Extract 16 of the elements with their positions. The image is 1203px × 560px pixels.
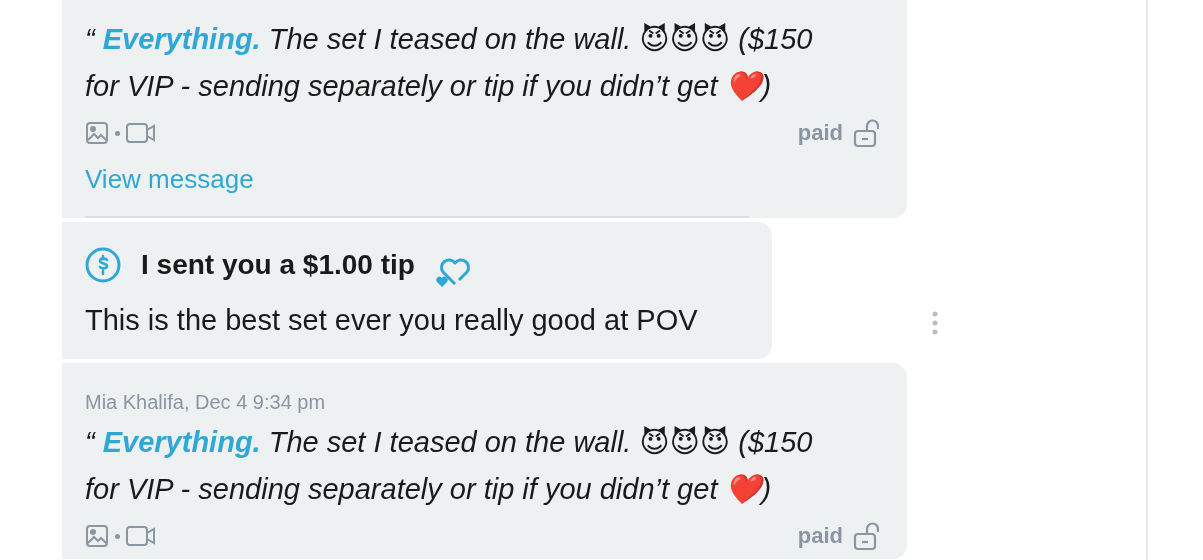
message-text: “ Everything. The set I teased on the wall. 😈😈😈 ($150 for VIP - sending separately or tip if you didn’t get ❤) (85, 425, 814, 507)
tip-title: I sent you a $1.00 tip (141, 249, 415, 281)
more-options-icon[interactable] (932, 311, 938, 335)
video-camera-icon (126, 122, 156, 144)
dollar-coin-icon (85, 247, 121, 283)
paid-label: paid (797, 120, 843, 146)
dot-separator-icon (115, 533, 120, 539)
image-icon (85, 121, 109, 145)
video-camera-icon (126, 525, 156, 547)
dot-separator-icon (115, 130, 120, 136)
message-meta: Mia Khalifa, Dec 4 9:34 pm (85, 390, 327, 415)
message-text: “ Everything. The set I teased on the wall. 😈😈😈 ($150 for VIP - sending separately or tip if you didn’t get ❤) (85, 22, 814, 104)
paid-label: paid (797, 523, 843, 549)
tip-message: This is the best set ever you really good at POV (85, 304, 699, 337)
image-icon (85, 524, 109, 548)
view-message-link[interactable]: View message (85, 156, 879, 202)
